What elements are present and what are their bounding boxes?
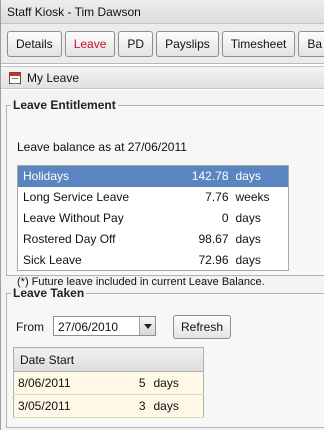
tab-leave[interactable]: Leave bbox=[64, 31, 116, 57]
from-date-value: 27/06/2010 bbox=[58, 320, 119, 334]
leave-unit: weeks bbox=[235, 190, 270, 204]
entitlement-row[interactable]: Long Service Leave 7.76 weeks bbox=[18, 187, 289, 208]
from-label: From bbox=[16, 320, 44, 334]
entitlement-table: Holidays 142.78 days Long Service Leave … bbox=[17, 165, 289, 271]
unit-cell: days bbox=[149, 394, 204, 418]
leave-type: Sick Leave bbox=[23, 252, 82, 267]
leave-entitlement-group: Leave Entitlement Leave balance as at 27… bbox=[6, 98, 324, 288]
tab-details[interactable]: Details bbox=[7, 31, 62, 57]
entitlement-row[interactable]: Rostered Day Off 98.67 days bbox=[18, 229, 289, 250]
unit-cell: days bbox=[149, 371, 204, 395]
leave-value: 0 bbox=[221, 211, 229, 225]
leave-type: Holidays bbox=[17, 165, 173, 187]
section-header: My Leave bbox=[1, 66, 324, 89]
title-bar: Staff Kiosk - Tim Dawson bbox=[1, 0, 324, 24]
leave-value: 98.67 bbox=[198, 232, 229, 246]
entitlement-row[interactable]: Leave Without Pay 0 days bbox=[18, 208, 289, 229]
amount-cell: 3 bbox=[117, 394, 150, 418]
section-title: My Leave bbox=[27, 71, 80, 85]
refresh-button[interactable]: Refresh bbox=[173, 315, 231, 339]
dropdown-arrow-icon[interactable] bbox=[139, 317, 155, 335]
leave-unit: days bbox=[235, 211, 261, 225]
date-start-cell: 8/06/2011 bbox=[13, 371, 118, 395]
balance-as-at: Leave balance as at 27/06/2011 bbox=[17, 140, 187, 154]
entitlement-row[interactable]: Sick Leave 72.96 days bbox=[18, 250, 289, 271]
from-date-field[interactable]: 27/06/2010 bbox=[53, 316, 156, 336]
leave-unit: days bbox=[235, 232, 261, 246]
date-start-cell: 3/05/2011 bbox=[13, 394, 118, 418]
app-window: Staff Kiosk - Tim Dawson Details Leave PD P… bbox=[0, 0, 324, 430]
leave-type: Long Service Leave bbox=[23, 190, 130, 204]
table-row[interactable]: 8/06/2011 5 days bbox=[13, 371, 204, 395]
leave-value: 7.76 bbox=[205, 190, 229, 204]
leave-panel: Leave Entitlement Leave balance as at 27… bbox=[1, 90, 324, 430]
leave-type: Rostered Day Off bbox=[23, 232, 116, 246]
leave-unit: days bbox=[232, 165, 289, 187]
amount-cell: 5 bbox=[117, 371, 150, 395]
tab-ba[interactable]: Ba bbox=[298, 31, 324, 57]
entitlement-row[interactable]: Holidays 142.78 days bbox=[17, 165, 289, 187]
leave-taken-table: Date Start 8/06/2011 5 days 3/05/2011 3 … bbox=[13, 347, 204, 418]
leave-value: 142.78 bbox=[172, 165, 233, 187]
tab-pd[interactable]: PD bbox=[118, 31, 154, 57]
leave-value: 72.96 bbox=[198, 252, 229, 267]
leave-unit: days bbox=[235, 252, 261, 267]
column-header-date-start[interactable]: Date Start bbox=[13, 347, 204, 372]
window-title: Staff Kiosk - Tim Dawson bbox=[7, 5, 141, 19]
tab-payslips[interactable]: Payslips bbox=[156, 31, 219, 57]
leave-taken-legend: Leave Taken bbox=[13, 286, 85, 300]
calendar-icon bbox=[9, 72, 21, 84]
tab-timesheet[interactable]: Timesheet bbox=[221, 31, 296, 57]
leave-type: Leave Without Pay bbox=[23, 211, 124, 225]
table-row[interactable]: 3/05/2011 3 days bbox=[13, 394, 204, 418]
leave-entitlement-legend: Leave Entitlement bbox=[13, 98, 116, 112]
tab-bar: Details Leave PD Payslips Timesheet Ba bbox=[1, 24, 324, 64]
